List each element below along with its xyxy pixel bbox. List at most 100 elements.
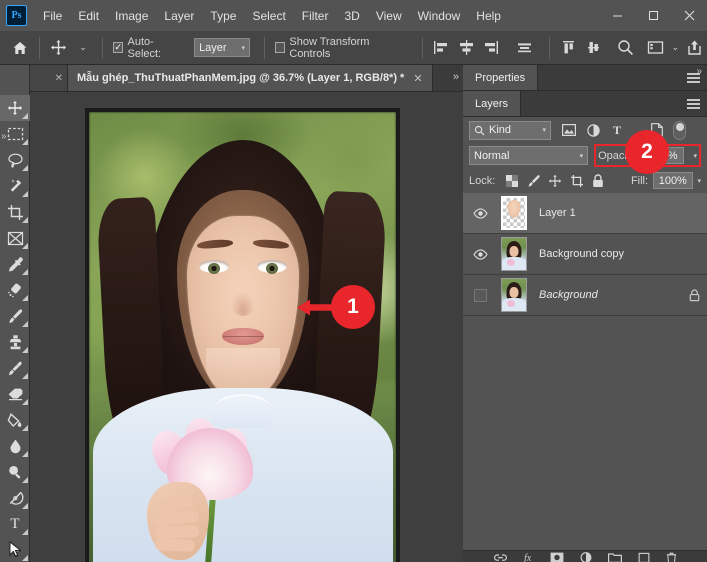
align-right-edges-icon[interactable] (478, 35, 502, 61)
type-layer-filter-icon[interactable]: T (607, 121, 627, 140)
distribute-top-edges-icon[interactable] (557, 35, 581, 61)
show-transform-controls-checkbox[interactable]: Show Transform Controls (272, 36, 408, 60)
layer-mask-icon[interactable] (550, 551, 564, 562)
menu-file[interactable]: File (35, 5, 70, 27)
lock-transparent-pixels-icon[interactable] (501, 170, 523, 191)
layer-name[interactable]: Background copy (535, 248, 707, 260)
fill-chevron-down-icon[interactable]: ▾ (698, 177, 702, 185)
menu-window[interactable]: Window (410, 5, 469, 27)
filter-enable-toggle[interactable] (673, 120, 686, 140)
tool-brush[interactable] (0, 303, 30, 329)
blend-mode-dropdown[interactable]: Normal ▾ (469, 146, 589, 165)
layer-visibility-toggle[interactable] (467, 207, 493, 219)
layer-visibility-toggle[interactable] (467, 248, 493, 260)
lock-artboard-nesting-icon[interactable] (566, 170, 588, 191)
workspace-panel-icon[interactable] (644, 35, 668, 61)
move-tool-icon[interactable] (47, 35, 71, 61)
lock-image-pixels-icon[interactable] (523, 170, 545, 191)
menu-type[interactable]: Type (202, 5, 244, 27)
tab-properties[interactable]: Properties (463, 65, 539, 90)
annotation-callout-2: 2 (625, 130, 669, 174)
tool-clone-stamp[interactable] (0, 329, 30, 355)
artboard[interactable] (85, 108, 400, 562)
workspace-caret-icon[interactable]: ⌄ (668, 35, 683, 61)
menu-layer[interactable]: Layer (156, 5, 202, 27)
tool-magic-wand[interactable] (0, 173, 30, 199)
table-row[interactable]: Background copy (463, 234, 707, 275)
layer-thumbnail-cell[interactable] (493, 278, 535, 312)
link-layers-icon[interactable] (493, 551, 507, 562)
align-left-edges-icon[interactable] (430, 35, 454, 61)
menu-image[interactable]: Image (107, 5, 156, 27)
menu-select[interactable]: Select (244, 5, 293, 27)
tool-blur[interactable] (0, 433, 30, 459)
tool-pen[interactable] (0, 485, 30, 511)
tool-lasso[interactable] (0, 147, 30, 173)
layer-filter-kind-dropdown[interactable]: Kind ▾ (469, 120, 551, 140)
document-tab[interactable]: Mẫu ghép_ThuThuatPhanMem.jpg @ 36.7% (La… (68, 65, 433, 91)
menu-edit[interactable]: Edit (70, 5, 107, 27)
layer-name[interactable]: Layer 1 (535, 207, 707, 219)
layer-style-icon[interactable]: fx (523, 551, 534, 562)
tool-move[interactable] (0, 95, 30, 121)
new-group-icon[interactable] (607, 551, 622, 562)
blend-mode-value: Normal (474, 149, 510, 162)
table-row[interactable]: Layer 1 (463, 193, 707, 234)
fill-input[interactable]: 100% (653, 172, 693, 189)
layer-visibility-toggle[interactable] (467, 288, 493, 302)
search-icon[interactable] (613, 35, 637, 61)
align-vertical-centers-icon[interactable] (513, 35, 537, 61)
close-button[interactable] (671, 0, 707, 31)
tool-eraser[interactable] (0, 381, 30, 407)
tool-submenu-indicator (22, 399, 28, 405)
pixel-layer-filter-icon[interactable] (559, 121, 579, 140)
tool-crop[interactable] (0, 199, 30, 225)
eye-right (256, 260, 287, 274)
document-tab-title: Mẫu ghép_ThuThuatPhanMem.jpg @ 36.7% (La… (77, 72, 405, 84)
lock-position-icon[interactable] (544, 170, 566, 191)
panel-collapse-arrows[interactable]: » (696, 66, 702, 77)
tool-dodge[interactable] (0, 459, 30, 485)
new-adjustment-layer-icon[interactable] (580, 551, 592, 562)
hidden-panel-tab[interactable]: ✕ (30, 65, 68, 91)
maximize-button[interactable] (635, 0, 671, 31)
document-tab-close-icon[interactable]: ✕ (413, 72, 422, 85)
search-icon (474, 125, 485, 135)
document-tab-overflow-icon[interactable]: » (453, 71, 459, 83)
menu-filter[interactable]: Filter (294, 5, 337, 27)
canvas-area[interactable] (30, 92, 463, 562)
lock-all-icon[interactable] (587, 170, 609, 191)
tool-submenu-indicator (22, 243, 28, 249)
tool-history-brush[interactable] (0, 355, 30, 381)
home-icon[interactable] (7, 35, 31, 61)
adjustment-layer-filter-icon[interactable] (583, 121, 603, 140)
menu-3d[interactable]: 3D (336, 5, 367, 27)
auto-select-checkbox[interactable]: ✓ Auto-Select: (110, 36, 186, 60)
align-horizontal-centers-icon[interactable] (454, 35, 478, 61)
tool-spot-healing-brush[interactable] (0, 277, 30, 303)
tool-paint-bucket[interactable] (0, 407, 30, 433)
distribute-horizontal-centers-icon[interactable] (581, 35, 605, 61)
eye-icon (472, 248, 488, 260)
table-row[interactable]: Background (463, 275, 707, 316)
tab-layers[interactable]: Layers (463, 91, 522, 116)
tool-preset-caret-icon[interactable]: ⌄ (71, 35, 95, 61)
ghost-tab-close-icon[interactable]: ✕ (55, 73, 63, 84)
new-layer-icon[interactable] (638, 551, 650, 562)
tool-eyedropper[interactable] (0, 251, 30, 277)
tool-horizontal-type[interactable]: T (0, 511, 30, 537)
menu-help[interactable]: Help (468, 5, 509, 27)
minimize-button[interactable] (599, 0, 635, 31)
layer-thumbnail-cell[interactable] (493, 237, 535, 271)
share-export-icon[interactable] (683, 35, 707, 61)
tool-frame[interactable] (0, 225, 30, 251)
opacity-chevron-down-icon[interactable]: ▾ (693, 152, 697, 160)
auto-select-scope-dropdown[interactable]: Layer ▾ (194, 38, 251, 57)
menu-view[interactable]: View (368, 5, 410, 27)
delete-layer-icon[interactable] (666, 551, 677, 562)
tool-rectangular-marquee[interactable] (0, 121, 30, 147)
checkbox-box: ✓ (113, 42, 124, 53)
layer-thumbnail-cell[interactable] (493, 196, 535, 230)
layer-name[interactable]: Background (535, 289, 681, 301)
layers-panel-menu-icon[interactable] (687, 99, 700, 111)
